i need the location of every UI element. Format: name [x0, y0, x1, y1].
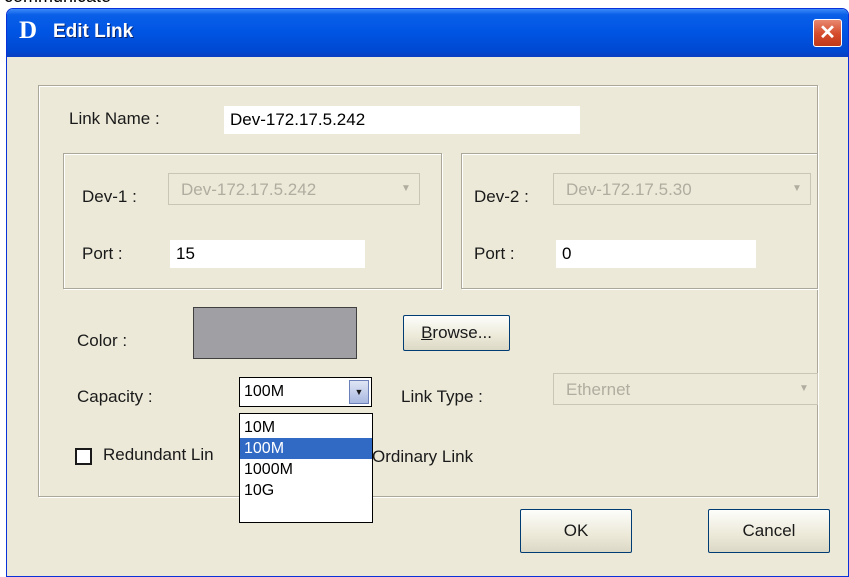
link-name-input[interactable]: Dev-172.17.5.242	[224, 106, 580, 134]
capacity-option-10g[interactable]: 10G	[240, 480, 372, 501]
color-label: Color :	[77, 331, 128, 350]
browse-button-label: Browse...	[421, 323, 492, 342]
title-bar[interactable]: D Edit Link ✕	[7, 9, 848, 57]
dev1-label: Dev-1 :	[82, 187, 137, 206]
redundant-link-label: Redundant Lin	[103, 445, 214, 464]
close-button[interactable]: ✕	[813, 19, 842, 47]
capacity-option-100m[interactable]: 100M	[240, 438, 372, 459]
app-logo-icon: D	[19, 17, 38, 44]
link-type-select[interactable]: Ethernet ▼	[553, 373, 818, 405]
dev1-port-input[interactable]: 15	[170, 240, 365, 268]
dev1-select[interactable]: Dev-172.17.5.242 ▼	[168, 173, 420, 205]
close-icon: ✕	[819, 22, 836, 44]
chevron-down-icon: ▼	[401, 183, 411, 194]
capacity-label: Capacity :	[77, 387, 153, 406]
chevron-down-icon: ▼	[799, 383, 809, 394]
link-type-select-value: Ethernet	[566, 380, 631, 399]
cancel-button[interactable]: Cancel	[708, 509, 830, 553]
ok-button[interactable]: OK	[520, 509, 632, 553]
dialog-content: Link Name : Dev-172.17.5.242 Dev-1 : Dev…	[10, 57, 844, 575]
dev2-select-value: Dev-172.17.5.30	[566, 180, 692, 199]
redundant-link-checkbox[interactable]	[75, 448, 92, 465]
dev2-port-input[interactable]: 0	[556, 240, 756, 268]
dev1-select-value: Dev-172.17.5.242	[181, 180, 317, 199]
edit-link-dialog: D Edit Link ✕ Link Name : Dev-172.17.5.2…	[6, 8, 849, 577]
link-name-label: Link Name :	[69, 109, 160, 128]
capacity-option-1000m[interactable]: 1000M	[240, 459, 372, 480]
window-title: Edit Link	[53, 21, 134, 42]
dev2-select[interactable]: Dev-172.17.5.30 ▼	[553, 173, 811, 205]
dev2-label: Dev-2 :	[474, 187, 529, 206]
color-swatch[interactable]	[193, 307, 357, 359]
capacity-option-10m[interactable]: 10M	[240, 417, 372, 438]
chevron-down-icon[interactable]: ▼	[349, 380, 369, 404]
dev2-port-label: Port :	[474, 244, 515, 263]
chevron-down-icon: ▼	[792, 183, 802, 194]
browse-button[interactable]: Browse...	[403, 315, 510, 351]
background-text-fragment: communicate	[0, 0, 849, 8]
dev1-port-label: Port :	[82, 244, 123, 263]
capacity-select-value: 100M	[244, 383, 285, 400]
ordinary-link-label: Ordinary Link	[372, 447, 474, 466]
background-text: communicate	[4, 0, 111, 7]
cancel-button-label: Cancel	[742, 521, 796, 540]
capacity-dropdown-list: 10M 100M 1000M 10G	[239, 413, 373, 523]
link-settings-group	[38, 85, 818, 497]
link-type-label: Link Type :	[401, 387, 483, 406]
capacity-select[interactable]: 100M ▼	[239, 377, 372, 407]
ok-button-label: OK	[563, 521, 589, 540]
